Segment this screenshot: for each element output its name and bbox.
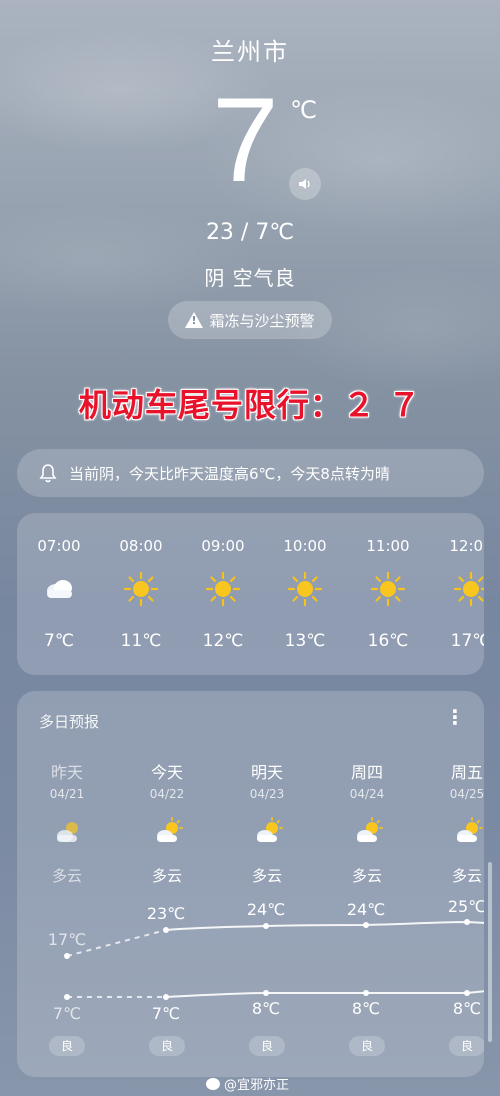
- temperature-unit: ℃: [290, 96, 317, 124]
- high-temp-label: 23℃: [147, 904, 185, 923]
- hour-temp: 11℃: [120, 631, 162, 651]
- high-trend-line: [165, 920, 484, 931]
- low-point: [464, 990, 470, 996]
- high-temp-label: 24℃: [347, 900, 385, 919]
- hour-temp: 13℃: [284, 631, 326, 651]
- hour-time: 11:00: [366, 537, 410, 555]
- low-point: [163, 994, 169, 1000]
- low-trend-line: [165, 990, 484, 998]
- hour-temp: 17℃: [450, 631, 484, 651]
- multi-day-forecast-card[interactable]: 多日预报 ⋮ 昨天 04/21 多云 良 今天 04/22 多云 良 明天 04…: [17, 691, 484, 1077]
- hour-temp: 16℃: [367, 631, 409, 651]
- weather-alert-button[interactable]: 霜冻与沙尘预警: [168, 301, 332, 339]
- temperature-trend-chart: 17℃ 23℃ 24℃ 24℃ 25℃ 7℃ 7℃ 8℃ 8℃ 8℃: [48, 897, 484, 1023]
- watermark: @宜邪亦正: [206, 1074, 289, 1093]
- temperature-value: 7: [212, 73, 279, 207]
- sunny-icon: [287, 571, 323, 607]
- sunny-icon: [123, 571, 159, 607]
- low-temp-label: 8℃: [252, 999, 280, 1018]
- low-point: [263, 990, 269, 996]
- speaker-icon[interactable]: [289, 168, 321, 200]
- high-temp-label: 25℃: [448, 897, 484, 916]
- plate-restriction-overlay: 机动车尾号限行：２ ７: [78, 386, 422, 424]
- temperature-range: 23 / 7℃: [205, 220, 295, 245]
- hour-time: 08:00: [119, 537, 163, 555]
- high-point: [163, 927, 169, 933]
- hour-temp: 12℃: [202, 631, 244, 651]
- hour-time: 10:00: [283, 537, 327, 555]
- sunny-icon: [205, 571, 241, 607]
- low-temp-label: 8℃: [352, 999, 380, 1018]
- sunny-icon: [370, 571, 406, 607]
- high-point: [464, 919, 470, 925]
- hour-time: 09:00: [201, 537, 245, 555]
- current-temperature: 7 ℃: [0, 80, 500, 210]
- low-temp-label: 7℃: [152, 1004, 180, 1023]
- hourly-forecast-card[interactable]: 07:00 7℃ 08:00 11℃ 09:00 12℃ 10:00 13℃ 1…: [17, 513, 484, 675]
- hour-time: 07:00: [37, 537, 81, 555]
- high-point: [64, 953, 70, 959]
- warning-icon: [185, 312, 204, 328]
- low-temp-label: 7℃: [53, 1004, 81, 1023]
- city-name[interactable]: 兰州市: [0, 32, 500, 67]
- low-point: [363, 990, 369, 996]
- weather-notice-bar[interactable]: 当前阴，今天比昨天温度高6℃，今天8点转为晴: [17, 449, 484, 497]
- low-temp-label: 8℃: [453, 999, 481, 1018]
- scrollbar[interactable]: [488, 862, 492, 1042]
- high-point: [263, 923, 269, 929]
- condition-text: 阴 空气良: [204, 266, 296, 290]
- high-temp-label: 17℃: [48, 930, 86, 949]
- watermark-text: @宜邪亦正: [224, 1078, 290, 1093]
- cloudy-icon: [47, 580, 72, 598]
- high-point: [363, 922, 369, 928]
- bell-icon: [39, 463, 57, 483]
- low-point: [64, 994, 70, 1000]
- hour-temp: 7℃: [44, 631, 74, 651]
- hour-time: 12:00: [449, 537, 484, 555]
- alert-label: 霜冻与沙尘预警: [209, 311, 315, 330]
- sunny-icon: [453, 571, 484, 607]
- notice-text: 当前阴，今天比昨天温度高6℃，今天8点转为晴: [69, 464, 390, 483]
- high-temp-label: 24℃: [247, 900, 285, 919]
- weibo-logo-icon: [206, 1077, 220, 1090]
